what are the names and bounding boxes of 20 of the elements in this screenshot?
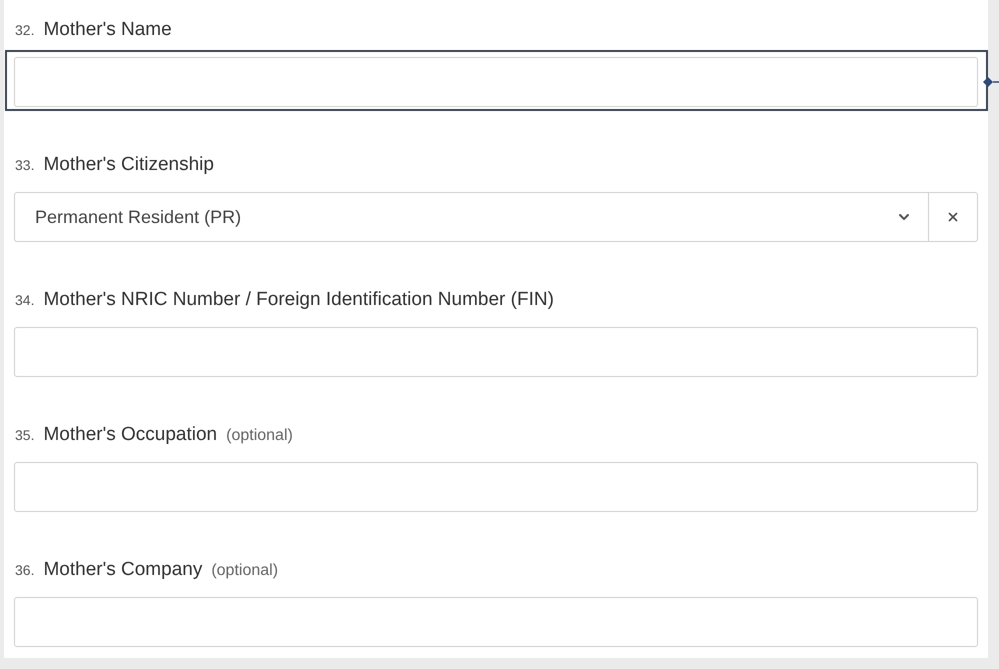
field-label: Mother's Company (43, 558, 202, 582)
field-label: Mother's Citizenship (43, 153, 214, 177)
close-icon (946, 210, 960, 224)
clear-button[interactable] (928, 192, 978, 242)
text-input[interactable] (14, 327, 978, 377)
text-input[interactable] (14, 597, 978, 647)
field-number: 36. (15, 561, 34, 580)
text-input[interactable] (14, 462, 978, 512)
resize-handle-icon[interactable] (983, 77, 999, 87)
field-number: 34. (15, 291, 34, 310)
optional-note: (optional) (226, 426, 293, 446)
field-number: 33. (15, 156, 34, 175)
field-label: Mother's Name (43, 18, 172, 42)
select-field[interactable]: Permanent Resident (PR) (14, 192, 928, 242)
field-number: 35. (15, 426, 34, 445)
field-label: Mother's Occupation (43, 423, 218, 447)
text-input[interactable] (14, 57, 978, 107)
optional-note: (optional) (211, 561, 278, 581)
field-label: Mother's NRIC Number / Foreign Identification Number (FIN) (43, 288, 554, 312)
field-number: 32. (15, 21, 34, 40)
